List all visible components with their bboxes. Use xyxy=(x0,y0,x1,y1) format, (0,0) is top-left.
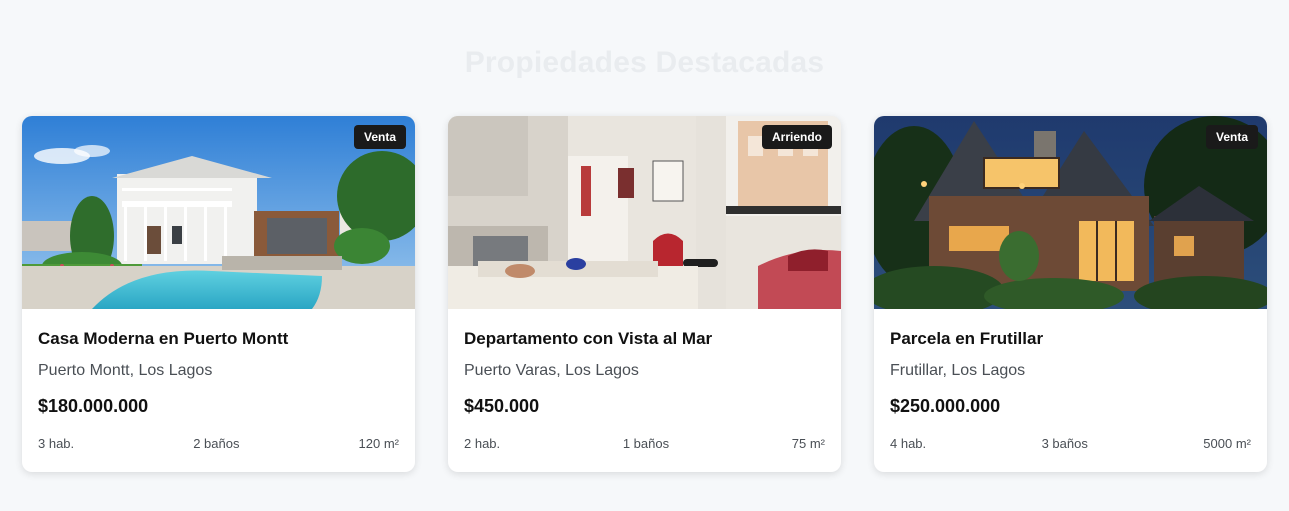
property-card[interactable]: Venta Casa Moderna en Puerto Montt Puert… xyxy=(22,116,415,472)
property-price: $180.000.000 xyxy=(38,396,149,416)
property-features: 3 hab. 2 baños 120 m² xyxy=(38,436,399,451)
listing-type-badge: Venta xyxy=(1205,125,1258,149)
property-features: 2 hab. 1 baños 75 m² xyxy=(464,436,825,451)
bedrooms-count: 3 hab. xyxy=(38,436,75,451)
bathrooms-count: 3 baños xyxy=(1041,436,1088,451)
bathrooms-count: 1 baños xyxy=(622,436,670,451)
property-card[interactable]: Arriendo Departamento con Vista al Mar P… xyxy=(448,116,841,472)
property-location: Puerto Montt, Los Lagos xyxy=(38,362,213,379)
property-price: $450.000 xyxy=(464,396,540,416)
section-title: Propiedades Destacadas xyxy=(464,46,825,79)
listing-type-badge: Venta xyxy=(353,125,406,149)
property-title[interactable]: Departamento con Vista al Mar xyxy=(464,329,825,351)
property-image[interactable]: Venta xyxy=(874,116,1267,309)
area-size: 120 m² xyxy=(358,436,399,451)
bedrooms-count: 4 hab. xyxy=(890,436,927,451)
bathrooms-count: 2 baños xyxy=(193,436,240,451)
property-features: 4 hab. 3 baños 5000 m² xyxy=(890,436,1251,451)
area-size: 5000 m² xyxy=(1203,436,1251,451)
bedrooms-count: 2 hab. xyxy=(464,436,501,451)
property-location: Puerto Varas, Los Lagos xyxy=(464,362,639,379)
property-card[interactable]: Venta Parcela en Frutillar Frutillar, Lo… xyxy=(874,116,1267,472)
property-image[interactable]: Arriendo xyxy=(448,116,841,309)
property-image[interactable]: Venta xyxy=(22,116,415,309)
property-title[interactable]: Casa Moderna en Puerto Montt xyxy=(38,329,399,351)
listing-type-badge: Arriendo xyxy=(761,125,832,149)
property-title[interactable]: Parcela en Frutillar xyxy=(890,329,1251,351)
area-size: 75 m² xyxy=(791,436,825,451)
property-location: Frutillar, Los Lagos xyxy=(890,362,1026,379)
property-grid: Venta Casa Moderna en Puerto Montt Puert… xyxy=(22,116,1270,472)
property-price: $250.000.000 xyxy=(890,396,1001,416)
